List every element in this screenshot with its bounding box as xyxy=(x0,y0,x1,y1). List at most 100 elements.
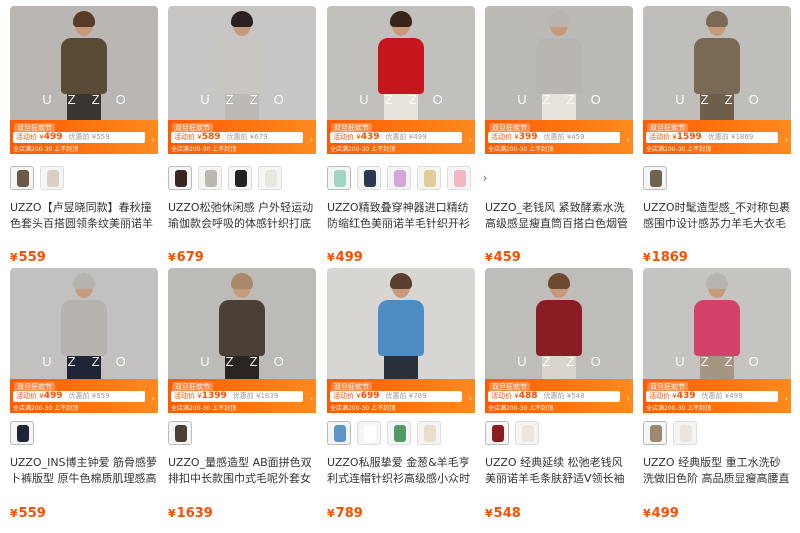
product-title[interactable]: UZZO精致叠穿神器进口精纺防缩红色美丽诺羊毛针织开衫外套女 xyxy=(327,200,475,232)
product-price: ¥559 xyxy=(10,250,46,265)
color-swatch[interactable] xyxy=(387,421,411,445)
product-price: ¥548 xyxy=(485,506,521,521)
product-image[interactable]: UZZO 双旦狂欢节 活动价 ¥1599 优惠前 ¥1869 全店满200-30 上不封… xyxy=(643,6,791,154)
product-card[interactable]: UZZO 双旦狂欢节 活动价 ¥399 优惠前 ¥459 全店满200-30 上不封顶 ›… xyxy=(485,6,633,265)
product-image[interactable]: UZZO 双旦狂欢节 活动价 ¥488 优惠前 ¥548 全店满200-30 上不封顶 › xyxy=(485,268,633,413)
color-swatch[interactable] xyxy=(357,166,381,190)
orig-price: 548 xyxy=(571,392,585,400)
product-image[interactable]: UZZO 双旦狂欢节 活动价 ¥439 优惠前 ¥499 全店满200-30 上不封顶 › xyxy=(327,6,475,154)
product-card[interactable]: UZZO 双旦狂欢节 活动价 ¥1399 优惠前 ¥1639 全店满200-30 上不封… xyxy=(168,268,316,521)
promo-subtext: 全店满200-30 上不封顶 xyxy=(330,146,396,153)
product-image[interactable]: 双旦狂欢节 活动价 ¥699 优惠前 ¥789 全店满200-30 上不封顶 › xyxy=(327,268,475,413)
promo-label: 活动价 xyxy=(16,392,37,400)
color-swatches xyxy=(168,421,192,447)
orig-label: 优惠前 xyxy=(385,133,407,141)
product-title[interactable]: UZZO 经典版型 重工水洗砂洗做旧色阶 高品质显瘦高腰直筒牛仔裤 xyxy=(643,455,791,487)
orig-price: 1869 xyxy=(735,133,754,141)
product-card[interactable]: UZZO 双旦狂欢节 活动价 ¥439 优惠前 ¥499 全店满200-30 上不封顶 ›… xyxy=(327,6,487,265)
color-swatches xyxy=(10,166,64,192)
promo-banner: 双旦狂欢节 活动价 ¥439 优惠前 ¥499 全店满200-30 上不封顶 › xyxy=(643,379,791,413)
brand-watermark: UZZO xyxy=(42,92,142,107)
product-title[interactable]: UZZO_老钱风 紧致酵素水洗 高级感显瘦直筒百搭白色烟管牛仔裤 xyxy=(485,200,633,232)
orig-label: 优惠前 xyxy=(543,133,565,141)
color-swatch[interactable] xyxy=(485,421,509,445)
product-image[interactable]: UZZO 双旦狂欢节 活动价 ¥1399 优惠前 ¥1639 全店满200-30 上不封… xyxy=(168,268,316,413)
promo-subtext: 全店满200-30 上不封顶 xyxy=(488,405,554,412)
product-price: ¥459 xyxy=(485,250,521,265)
color-swatch[interactable] xyxy=(228,166,252,190)
product-title[interactable]: UZZO松弛休闲感 户外轻运动瑜伽款会呼吸的体感针织打底羊毛衫 xyxy=(168,200,316,232)
orig-label: 优惠前 xyxy=(707,133,729,141)
product-image[interactable]: UZZO 双旦狂欢节 活动价 ¥399 优惠前 ¥459 全店满200-30 上不封顶 › xyxy=(485,6,633,154)
chevron-right-icon: › xyxy=(151,394,155,403)
product-card[interactable]: 双旦狂欢节 活动价 ¥699 优惠前 ¥789 全店满200-30 上不封顶 › UZZO… xyxy=(327,268,475,521)
product-title[interactable]: UZZO_INS博主钟爱 筋骨感萝卜裤版型 原牛色棉质肌理感高腰牛仔裤 xyxy=(10,455,158,487)
chevron-right-icon: › xyxy=(309,394,313,403)
promo-subtext: 全店满200-30 上不封顶 xyxy=(646,146,712,153)
color-swatch[interactable] xyxy=(258,166,282,190)
orig-price: 459 xyxy=(571,133,585,141)
orig-label: 优惠前 xyxy=(543,392,565,400)
product-title[interactable]: UZZO 经典延续 松弛老钱风美丽诺羊毛条肤舒适V领长袖针织衫女 xyxy=(485,455,633,487)
chevron-right-icon: › xyxy=(626,394,630,403)
color-swatch[interactable] xyxy=(673,421,697,445)
brand-watermark: UZZO xyxy=(675,354,775,369)
product-title[interactable]: UZZO时髦造型感_不对称包裹感围巾设计感苏力羊毛大衣毛呢外套 xyxy=(643,200,791,232)
orig-price: 789 xyxy=(413,392,427,400)
product-card[interactable]: UZZO 双旦狂欢节 活动价 ¥1599 优惠前 ¥1869 全店满200-30 上不封… xyxy=(643,6,791,265)
color-swatch[interactable] xyxy=(357,421,381,445)
product-price: ¥559 xyxy=(10,506,46,521)
color-swatch[interactable] xyxy=(10,421,34,445)
orig-price: 679 xyxy=(254,133,268,141)
promo-label: 活动价 xyxy=(174,133,195,141)
orig-label: 优惠前 xyxy=(68,392,90,400)
promo-label: 活动价 xyxy=(649,133,670,141)
promo-banner: 双旦狂欢节 活动价 ¥589 优惠前 ¥679 全店满200-30 上不封顶 › xyxy=(168,120,316,154)
color-swatch[interactable] xyxy=(643,166,667,190)
product-image[interactable]: UZZO 双旦狂欢节 活动价 ¥589 优惠前 ¥679 全店满200-30 上不封顶 › xyxy=(168,6,316,154)
product-image[interactable]: UZZO 双旦狂欢节 活动价 ¥499 优惠前 ¥559 全店满200-30 上不封顶 › xyxy=(10,6,158,154)
orig-label: 优惠前 xyxy=(226,133,248,141)
color-swatch[interactable] xyxy=(417,166,441,190)
color-swatch[interactable] xyxy=(387,166,411,190)
color-swatch[interactable] xyxy=(643,421,667,445)
color-swatch[interactable] xyxy=(10,166,34,190)
promo-subtext: 全店满200-30 上不封顶 xyxy=(13,405,79,412)
product-card[interactable]: UZZO 双旦狂欢节 活动价 ¥499 优惠前 ¥559 全店满200-30 上不封顶 ›… xyxy=(10,268,158,521)
color-swatch[interactable] xyxy=(40,166,64,190)
product-image[interactable]: UZZO 双旦狂欢节 活动价 ¥499 优惠前 ¥559 全店满200-30 上不封顶 › xyxy=(10,268,158,413)
product-title[interactable]: UZZO私服挚爱 金葱&羊毛亨利式连帽针织衫高级感小众时尚连帽开衫 xyxy=(327,455,475,487)
promo-price-box: 活动价 ¥488 优惠前 ¥548 xyxy=(488,391,620,402)
color-swatches: › xyxy=(327,166,493,192)
product-title[interactable]: UZZO【卢昱晓同款】春秋撞色套头百搭圆领条纹美丽诺羊毛针织衫 xyxy=(10,200,158,232)
product-card[interactable]: UZZO 双旦狂欢节 活动价 ¥488 优惠前 ¥548 全店满200-30 上不封顶 ›… xyxy=(485,268,633,521)
color-swatch[interactable] xyxy=(447,166,471,190)
promo-banner: 双旦狂欢节 活动价 ¥439 优惠前 ¥499 全店满200-30 上不封顶 › xyxy=(327,120,475,154)
chevron-right-icon: › xyxy=(468,394,472,403)
promo-price-box: 活动价 ¥589 优惠前 ¥679 xyxy=(171,132,303,143)
color-swatch[interactable] xyxy=(168,421,192,445)
promo-price: 499 xyxy=(43,132,63,142)
promo-price: 439 xyxy=(676,391,696,401)
color-swatch[interactable] xyxy=(417,421,441,445)
chevron-right-icon: › xyxy=(468,135,472,144)
product-card[interactable]: UZZO 双旦狂欢节 活动价 ¥439 优惠前 ¥499 全店满200-30 上不封顶 ›… xyxy=(643,268,791,521)
promo-price-box: 活动价 ¥1399 优惠前 ¥1639 xyxy=(171,391,303,402)
product-title[interactable]: UZZO_量感造型 AB面拼色双排扣中长款围巾式毛呢外套女双面呢大衣 xyxy=(168,455,316,487)
product-card[interactable]: UZZO 双旦狂欢节 活动价 ¥589 优惠前 ¥679 全店满200-30 上不封顶 ›… xyxy=(168,6,316,265)
promo-price-box: 活动价 ¥1599 优惠前 ¥1869 xyxy=(646,132,778,143)
promo-label: 活动价 xyxy=(333,392,354,400)
promo-subtext: 全店满200-30 上不封顶 xyxy=(330,405,396,412)
color-swatch[interactable] xyxy=(327,421,351,445)
product-image[interactable]: UZZO 双旦狂欢节 活动价 ¥439 优惠前 ¥499 全店满200-30 上不封顶 › xyxy=(643,268,791,413)
promo-label: 活动价 xyxy=(16,133,37,141)
orig-price: 559 xyxy=(96,392,110,400)
color-swatch[interactable] xyxy=(168,166,192,190)
swatch-next-arrow[interactable]: › xyxy=(477,166,493,190)
color-swatch[interactable] xyxy=(327,166,351,190)
promo-banner: 双旦狂欢节 活动价 ¥499 优惠前 ¥559 全店满200-30 上不封顶 › xyxy=(10,120,158,154)
color-swatch[interactable] xyxy=(515,421,539,445)
product-card[interactable]: UZZO 双旦狂欢节 活动价 ¥499 优惠前 ¥559 全店满200-30 上不封顶 ›… xyxy=(10,6,158,265)
color-swatch[interactable] xyxy=(198,166,222,190)
promo-subtext: 全店满200-30 上不封顶 xyxy=(171,146,237,153)
